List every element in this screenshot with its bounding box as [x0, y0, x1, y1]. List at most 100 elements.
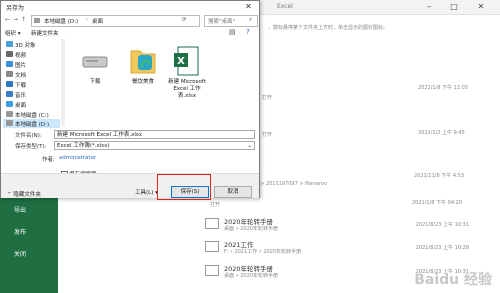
recent-folder-path: 桌面 » 2020年轮转手册	[224, 226, 278, 232]
recent-folder-path: F: » 2021工作 » 2020年轮转手册	[224, 249, 302, 255]
chevron-down-icon: ⌄	[247, 143, 252, 149]
nav-label: 下载	[15, 83, 27, 89]
save-fields: 文件名(N): 新建 Microsoft Excel 工作表.xlsx 保存类型…	[1, 129, 259, 169]
nav-label: 文档	[15, 73, 27, 79]
nav-label: 图片	[15, 63, 27, 69]
nav-item-3d[interactable]: 3D 对象	[3, 40, 60, 49]
nav-label: 视频	[15, 53, 27, 59]
excel-file-icon: X	[174, 46, 199, 76]
filename-value: 新建 Microsoft Excel 工作表.xlsx	[57, 132, 142, 138]
filename-field[interactable]: 新建 Microsoft Excel 工作表.xlsx	[54, 130, 255, 139]
forward-arrow-icon[interactable]: →	[12, 15, 19, 25]
dialog-close-icon[interactable]: ✕	[239, 1, 258, 12]
picture-icon	[6, 61, 13, 67]
nav-item-downloads[interactable]: 下载	[3, 80, 60, 89]
nav-item-documents[interactable]: 文档	[3, 70, 60, 79]
filetype-select[interactable]: Excel 工作簿(*.xlsx) ⌄	[54, 141, 255, 150]
drive-icon	[6, 120, 13, 126]
nav-label: 本地磁盘 (D:)	[15, 122, 50, 128]
new-folder-button[interactable]: 新建文件夹	[31, 29, 59, 37]
nav-item-pictures[interactable]: 图片	[3, 60, 60, 69]
recent-date-2: 2022/1/2 上午 9:45	[418, 130, 465, 136]
address-separator: ›	[86, 17, 89, 23]
search-icon: ⌕	[249, 17, 253, 23]
excel-title: Excel	[277, 3, 293, 10]
download-icon	[6, 81, 13, 87]
watermark: Baidu 经验	[414, 272, 492, 288]
recent-date-1: 2022/1/8 下午 12:05	[418, 85, 469, 91]
save-as-dialog: 另存为 ✕ ← → ↑ 本地磁盘 (D:) › 桌面 ⟳ 搜索"桌面" ⌕ 组织…	[0, 0, 260, 198]
pin-hint-text: ，鼓标悬停某个文件夹上方时，单击显示的图钉图标。	[268, 25, 389, 31]
svg-text:X: X	[177, 56, 185, 67]
view-options-icon[interactable]: ▤	[229, 28, 236, 36]
backstage-nav: 导出 发布 关闭	[0, 193, 58, 293]
address-bar[interactable]: 本地磁盘 (D:) › 桌面 ⟳	[31, 15, 200, 27]
search-placeholder: 搜索"桌面"	[208, 19, 236, 25]
drive-small-icon	[34, 18, 40, 23]
dialog-footer: ⌃ 隐藏文件夹 工具(L) ▾ 保存(S) 取消	[1, 173, 259, 198]
recent-folder-row[interactable]: 2021工作 F: » 2021工作 » 2020年轮转手册 2021/8/23…	[205, 239, 485, 257]
recent-folder-path: 桌面 » 2020年轮转手册	[224, 273, 278, 279]
backstage-export[interactable]: 导出	[14, 205, 26, 214]
command-bar: 组织 ▾ 新建文件夹 ▤ ?	[1, 28, 259, 38]
folder-icon	[130, 50, 156, 74]
recent-date-4: 2021/1/8 下午 04:20	[412, 200, 463, 206]
nav-item-desktop[interactable]: 桌面	[3, 100, 60, 109]
minimize-icon[interactable]: –	[420, 1, 438, 12]
drive-icon	[82, 56, 108, 68]
up-arrow-icon[interactable]: ↑	[20, 15, 27, 25]
file-label: 下载	[89, 79, 101, 85]
author-label: 作者:	[42, 157, 55, 163]
drive-icon	[6, 111, 13, 117]
open-text-2: 打开	[262, 132, 273, 138]
music-icon	[6, 91, 13, 97]
search-input[interactable]: 搜索"桌面" ⌕	[204, 15, 258, 27]
nav-label: 音乐	[15, 93, 27, 99]
nav-label: 本地磁盘 (C:)	[15, 113, 49, 119]
organize-menu[interactable]: 组织 ▾	[5, 29, 21, 37]
dialog-title: 另存为	[6, 5, 25, 12]
document-icon	[6, 71, 13, 77]
backstage-publish[interactable]: 发布	[14, 227, 26, 236]
back-arrow-icon[interactable]: ←	[4, 15, 11, 25]
cancel-button[interactable]: 取消	[214, 186, 252, 198]
recent-folder-date: 2021/8/23 上午 10:31	[415, 222, 469, 228]
file-label: 新建 Microsoft Excel 工作表.xlsx	[168, 79, 206, 99]
save-button-highlight	[157, 174, 211, 200]
nav-item-drive-d[interactable]: 本地磁盘 (D:)	[3, 119, 60, 128]
address-part-drive[interactable]: 本地磁盘 (D:)	[44, 17, 78, 25]
file-item-download[interactable]: 下载	[77, 45, 113, 85]
desktop-icon	[6, 101, 13, 107]
backstage-close[interactable]: 关闭	[14, 249, 26, 258]
open-text-1: 打开	[262, 95, 273, 101]
tools-menu[interactable]: 工具(L) ▾	[135, 188, 158, 196]
file-item-food[interactable]: 餐饮美食	[125, 45, 161, 85]
nav-label: 3D 对象	[15, 43, 36, 49]
recent-date-3: 2021/11/8 下午 4:53	[414, 173, 465, 179]
open-text-3: 打开	[210, 202, 221, 208]
help-icon[interactable]: ?	[246, 28, 250, 36]
maximize-icon[interactable]: □	[445, 1, 463, 12]
hide-folders-toggle[interactable]: ⌃ 隐藏文件夹	[7, 190, 41, 198]
nav-label: 桌面	[15, 103, 27, 109]
close-icon[interactable]: ✕	[472, 1, 490, 12]
nav-item-music[interactable]: 音乐	[3, 90, 60, 99]
video-icon	[6, 51, 13, 57]
filename-label: 文件名(N):	[15, 133, 42, 139]
nav-item-videos[interactable]: 视频	[3, 50, 60, 59]
recent-folder-row[interactable]: 2020年轮转手册 桌面 » 2020年轮转手册 2021/8/23 上午 10…	[205, 216, 485, 234]
hide-folders-label: 隐藏文件夹	[13, 192, 41, 198]
address-part-desktop[interactable]: 桌面	[92, 17, 103, 25]
file-item-excel[interactable]: X 新建 Microsoft Excel 工作表.xlsx	[167, 45, 207, 99]
refresh-icon[interactable]: ⟳	[182, 17, 187, 23]
tools-label: 工具(L)	[135, 190, 154, 196]
filetype-value: Excel 工作簿(*.xlsx)	[57, 143, 110, 149]
author-value[interactable]: administrator	[59, 155, 96, 161]
folder-icon	[205, 241, 219, 252]
nav-scrollbar[interactable]	[61, 39, 65, 127]
recent-folder-date: 2021/8/23 上午 10:28	[415, 245, 469, 251]
nav-item-drive-c[interactable]: 本地磁盘 (C:)	[3, 110, 60, 119]
filetype-label: 保存类型(T):	[15, 144, 47, 150]
file-list: 下载 餐饮美食 X 新建 Microsoft Excel 工作表.xlsx	[67, 39, 257, 127]
folder-icon	[205, 218, 219, 229]
